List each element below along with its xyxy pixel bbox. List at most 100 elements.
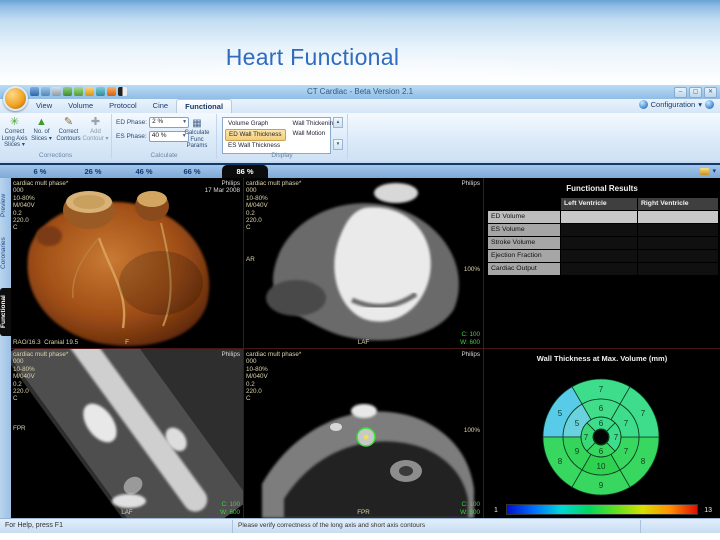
value-cell (638, 237, 718, 249)
bullseye-center (593, 429, 609, 445)
starburst-icon: ✳ (9, 116, 20, 128)
value-cell (561, 211, 637, 223)
display-options-list: Volume Graph ED Wall Thickness ES Wall T… (222, 117, 337, 154)
value-cell (638, 211, 718, 223)
window-level-label: C: 100 W: 600 (220, 501, 240, 516)
tab-volume[interactable]: Volume (60, 99, 101, 113)
phase-tab-3[interactable]: 46 % (129, 167, 159, 176)
close-button[interactable]: ✕ (704, 87, 717, 98)
svg-text:7: 7 (584, 433, 589, 442)
pencil-icon: ✎ (63, 116, 74, 128)
viewport: Preview Coronaries Functional ▶ (0, 178, 720, 518)
column-header-right-ventricle: Right Ventricle (638, 198, 718, 210)
ribbon-group-calculate: ED Phase: 2 % ▼ ES Phase: 40 % ▼ ▦ Calcula… (112, 114, 217, 159)
display-option-es-wall-thickness[interactable]: ES Wall Thickness (225, 141, 286, 151)
sidebar-tab-functional[interactable]: Functional (0, 288, 11, 336)
viewport-3d-volume[interactable]: cardiac mult phase* 000 10-80% M/040V 0.2 220… (11, 178, 243, 348)
status-divider (640, 520, 641, 533)
orientation-label: FPR (357, 508, 370, 516)
svg-text:10: 10 (597, 462, 606, 471)
zoom-label: 100% (463, 266, 480, 273)
svg-text:9: 9 (575, 447, 580, 456)
display-option-ed-wall-thickness[interactable]: ED Wall Thickness (225, 129, 286, 141)
phase-tab-5-selected[interactable]: 86 % (222, 165, 268, 178)
orientation-label: F (125, 338, 129, 346)
correct-long-axis-slices-button[interactable]: ✳ Correct Long Axis Slices ▾ (1, 116, 28, 149)
viewport-functional-results[interactable]: Functional Results Left Ventricle Right … (484, 178, 720, 348)
slide: Heart Functional CT Cardiac - Beta Versi… (0, 0, 720, 540)
phase-tab-4[interactable]: 66 % (177, 167, 207, 176)
viewport-long-axis[interactable]: cardiac mult phase* 000 10-80% M/040V 0.2 220… (244, 178, 483, 348)
print-icon[interactable] (52, 87, 61, 96)
phase-tab-1[interactable]: 6 % (25, 167, 55, 176)
viewport-bullseye[interactable]: Wall Thickness at Max. Volume (mm) 7 5 7… (484, 349, 720, 518)
no-of-slices-button[interactable]: ▲ No. of Slices ▾ (28, 116, 55, 149)
minimize-button[interactable]: – (674, 87, 687, 98)
results-table: Left Ventricle Right Ventricle ED Volume… (488, 198, 718, 275)
calculate-func-params-button[interactable]: ▦ Calculate Func Params (181, 118, 213, 150)
slide-title: Heart Functional (225, 44, 400, 70)
status-help-text: For Help, press F1 (5, 522, 63, 529)
bullseye-plot: 7 5 7 8 9 8 6 5 7 9 10 7 6 7 6 7 (542, 378, 660, 496)
window-controls: – ▢ ✕ (674, 87, 717, 98)
plus-icon: ✚ (90, 116, 101, 128)
export-icon[interactable] (41, 87, 50, 96)
sidebar-tab-coronaries[interactable]: Coronaries (0, 224, 11, 282)
svg-text:6: 6 (599, 404, 604, 413)
scroll-up-icon[interactable]: ▲ (333, 117, 343, 128)
configuration-caret-icon[interactable]: ▾ (698, 100, 702, 109)
results-title: Functional Results (566, 184, 638, 193)
save-icon[interactable] (30, 87, 39, 96)
sidebar-tab-preview[interactable]: Preview (0, 186, 11, 224)
row-label-ejection-fraction: Ejection Fraction (488, 250, 560, 262)
orientation-label: FPR (13, 425, 26, 432)
phase-tab-band: 6 % 26 % 46 % 66 % 86 % ▾ (0, 165, 720, 178)
svg-text:5: 5 (575, 419, 580, 428)
tab-cine[interactable]: Cine (145, 99, 176, 113)
value-cell (561, 250, 637, 262)
value-cell (561, 263, 637, 275)
add-contour-button[interactable]: ✚ Add Contour ▾ (82, 116, 109, 149)
correct-contours-button[interactable]: ✎ Correct Contours (55, 116, 82, 149)
band-menu-caret-icon[interactable]: ▾ (712, 167, 716, 175)
calculator-icon: ▦ (192, 118, 202, 129)
rotate-icon[interactable] (96, 87, 105, 96)
ribbon: ✳ Correct Long Axis Slices ▾ ▲ No. of Sl… (0, 113, 720, 162)
orientation-label: AR (246, 256, 255, 263)
value-cell (561, 224, 637, 236)
maximize-button[interactable]: ▢ (689, 87, 702, 98)
tab-protocol[interactable]: Protocol (101, 99, 145, 113)
row-label-es-volume: ES Volume (488, 224, 560, 236)
svg-text:6: 6 (599, 447, 604, 456)
color-scale-bar (506, 504, 698, 515)
row-label-cardiac-output: Cardiac Output (488, 263, 560, 275)
snapshot-icon[interactable] (700, 167, 710, 175)
app-window: CT Cardiac - Beta Version 2.1 – ▢ ✕ View… (0, 85, 720, 533)
ribbon-group-corrections: ✳ Correct Long Axis Slices ▾ ▲ No. of Sl… (0, 114, 112, 159)
table-corner-cell (488, 198, 560, 210)
svg-text:7: 7 (624, 447, 629, 456)
application-menu-button[interactable] (3, 86, 28, 111)
display-option-volume-graph[interactable]: Volume Graph (225, 119, 286, 129)
help-icon[interactable] (705, 100, 714, 109)
viewport-oblique-mpr[interactable]: cardiac mult phase* 000 10-80% M/040V 0.2 220… (11, 349, 243, 518)
phase-tab-2[interactable]: 26 % (78, 167, 108, 176)
svg-text:6: 6 (599, 419, 604, 428)
pan-icon[interactable] (63, 87, 72, 96)
tab-functional[interactable]: Functional (176, 99, 233, 113)
status-divider (232, 520, 233, 533)
viewport-axial-slice[interactable]: cardiac mult phase* 000 10-80% M/040V 0.2 220… (244, 349, 483, 518)
svg-text:7: 7 (614, 433, 619, 442)
vendor-label: Philips (461, 180, 480, 187)
scroll-down-icon[interactable]: ▼ (333, 139, 343, 150)
svg-text:8: 8 (641, 457, 646, 466)
cine-icon[interactable] (107, 87, 116, 96)
ribbon-tab-row: View Volume Protocol Cine Functional Con… (0, 99, 720, 113)
svg-text:7: 7 (624, 419, 629, 428)
contrast-icon[interactable] (85, 87, 94, 96)
tab-view[interactable]: View (28, 99, 60, 113)
zoom-icon[interactable] (74, 87, 83, 96)
left-sidebar: Preview Coronaries Functional ▶ (0, 178, 11, 518)
split-icon[interactable] (118, 87, 127, 96)
configuration-button[interactable]: Configuration (651, 100, 696, 109)
